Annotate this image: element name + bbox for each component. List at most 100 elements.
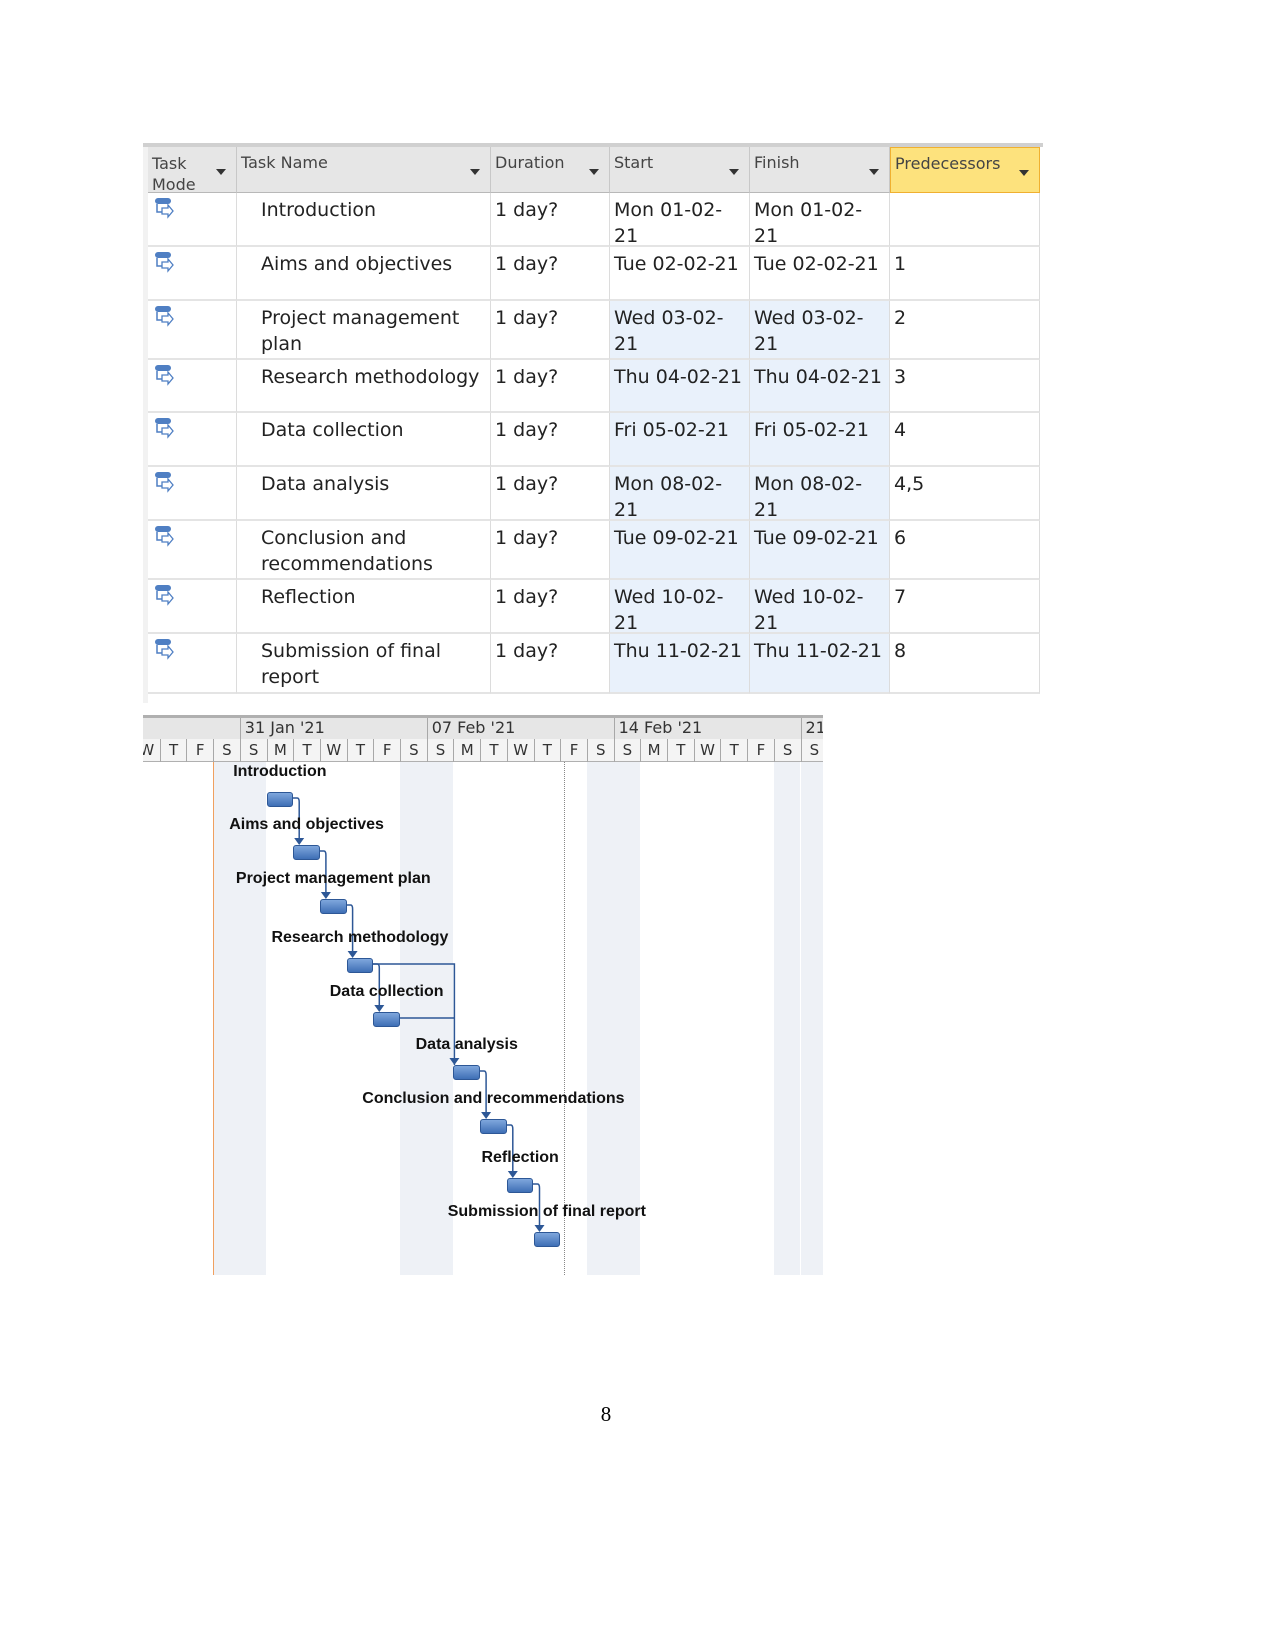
cell-duration: 1 day?: [491, 467, 610, 521]
cell-task-name[interactable]: Reflection: [237, 580, 491, 634]
table-row[interactable]: Data collection 1 day? Fri 05-02-21 Fri 05-…: [143, 413, 1043, 467]
auto-scheduled-task-icon: [154, 525, 174, 547]
cell-task-name[interactable]: Introduction: [237, 193, 491, 247]
gantt-task-label: Submission of final report: [447, 1203, 646, 1220]
gantt-task-bar[interactable]: [453, 1065, 481, 1080]
cell-task-name[interactable]: Project management plan: [237, 301, 491, 360]
left-edge: [143, 147, 148, 703]
cell-task-name[interactable]: Research methodology: [237, 360, 491, 413]
gantt-task-label: Conclusion and recommendations: [362, 1090, 625, 1107]
cell-text: Thu 11-02-21: [614, 640, 742, 662]
cell-text: 1 day?: [495, 527, 559, 549]
cell-text: Project management plan: [261, 307, 460, 355]
cell-duration: 1 day?: [491, 634, 610, 694]
table-row[interactable]: Conclusion and recommendations 1 day? Tue …: [143, 521, 1043, 580]
cell-finish: Wed 10-02-21: [750, 580, 890, 634]
gantt-task-bar[interactable]: [346, 958, 374, 973]
cell-text: Tue 02-02-21: [614, 253, 739, 275]
column-header-task-mode[interactable]: Task Mode: [148, 147, 237, 194]
cell-start: Wed 03-02-21: [610, 301, 750, 360]
cell-predecessors: 1: [890, 247, 1040, 301]
cell-task-name[interactable]: Aims and objectives: [237, 247, 491, 301]
table-row[interactable]: Introduction 1 day? Mon 01-02-21 Mon 01-02-…: [143, 193, 1043, 247]
cell-finish: Thu 11-02-21: [750, 634, 890, 694]
dropdown-arrow-icon[interactable]: [1019, 170, 1029, 176]
cell-text: Wed 10-02-21: [614, 586, 724, 634]
table-row[interactable]: Aims and objectives 1 day? Tue 02-02-21 Tue…: [143, 247, 1043, 301]
cell-start: Tue 02-02-21: [610, 247, 750, 301]
dependency-links: [291, 797, 545, 1232]
cell-task-name[interactable]: Conclusion and recommendations: [237, 521, 491, 580]
cell-task-name[interactable]: Submission of final report: [237, 634, 491, 694]
arrowhead-icon: [449, 1058, 460, 1065]
cell-text: 6: [894, 527, 907, 549]
gantt-task-bar[interactable]: [266, 792, 294, 807]
column-header-duration[interactable]: Duration: [491, 147, 610, 193]
auto-scheduled-task-icon: [154, 417, 174, 439]
cell-duration: 1 day?: [491, 360, 610, 413]
cell-finish: Mon 08-02-21: [750, 467, 890, 521]
cell-predecessors: 6: [890, 521, 1040, 580]
dropdown-arrow-icon[interactable]: [729, 169, 739, 175]
column-header-predecessors[interactable]: Predecessors: [890, 147, 1040, 193]
table-row[interactable]: Project management plan 1 day? Wed 03-02-2…: [143, 301, 1043, 360]
cell-task-name[interactable]: Data collection: [237, 413, 491, 467]
table-row[interactable]: Research methodology 1 day? Thu 04-02-21 Th…: [143, 360, 1043, 413]
cell-text: 1 day?: [495, 419, 559, 441]
cell-text: 1 day?: [495, 473, 559, 495]
cell-text: 2: [894, 307, 907, 329]
arrowhead-icon: [534, 1225, 545, 1232]
table-row[interactable]: Data analysis 1 day? Mon 08-02-21 Mon 08-02…: [143, 467, 1043, 521]
cell-text: Data collection: [261, 419, 404, 441]
table-row[interactable]: Submission of final report 1 day? Thu 11-0…: [143, 634, 1043, 694]
cell-text: Mon 08-02-21: [614, 473, 723, 521]
gantt-task-label: Aims and objectives: [229, 816, 384, 833]
table-row[interactable]: Reflection 1 day? Wed 10-02-21 Wed 10-02-21…: [143, 580, 1043, 634]
cell-task-name[interactable]: Data analysis: [237, 467, 491, 521]
arrowhead-icon: [294, 838, 305, 845]
cell-text: Mon 01-02-21: [754, 199, 863, 247]
gantt-task-label: Introduction: [233, 763, 327, 780]
cell-finish: Tue 02-02-21: [750, 247, 890, 301]
cell-finish: Wed 03-02-21: [750, 301, 890, 360]
gantt-task-bar[interactable]: [373, 1012, 400, 1027]
cell-text: Reflection: [261, 586, 356, 608]
column-header-finish[interactable]: Finish: [750, 147, 890, 193]
gantt-task-label: Data collection: [329, 983, 444, 1000]
column-header-start[interactable]: Start: [610, 147, 750, 193]
cell-text: 4,5: [894, 473, 925, 495]
cell-text: Tue 09-02-21: [754, 527, 879, 549]
arrowhead-icon: [507, 1171, 518, 1178]
auto-scheduled-task-icon: [154, 584, 174, 606]
auto-scheduled-task-icon: [154, 251, 174, 273]
cell-start: Fri 05-02-21: [610, 413, 750, 467]
cell-text: 1 day?: [495, 640, 559, 662]
cell-start: Mon 08-02-21: [610, 467, 750, 521]
cell-start: Thu 11-02-21: [610, 634, 750, 694]
gantt-task-bar[interactable]: [319, 899, 347, 914]
cell-text: Introduction: [261, 199, 377, 221]
cell-text: 1 day?: [495, 586, 559, 608]
cell-text: Wed 03-02-21: [614, 307, 724, 355]
cell-text: Submission of final report: [261, 640, 442, 688]
arrowhead-icon: [320, 892, 331, 899]
gantt-task-bar[interactable]: [506, 1178, 534, 1193]
cell-finish: Mon 01-02-21: [750, 193, 890, 247]
document-page: Task Mode Task Name Duration Start Finish Pre…: [0, 0, 1275, 1650]
gantt-task-bar[interactable]: [480, 1119, 507, 1134]
dropdown-arrow-icon[interactable]: [589, 169, 599, 175]
dropdown-arrow-icon[interactable]: [470, 169, 480, 175]
cell-text: Fri 05-02-21: [614, 419, 729, 441]
cell-text: Conclusion and recommendations: [261, 527, 433, 575]
auto-scheduled-task-icon: [154, 305, 174, 327]
cell-text: 1 day?: [495, 199, 559, 221]
column-header-task-name[interactable]: Task Name: [237, 147, 491, 193]
dropdown-arrow-icon[interactable]: [869, 169, 879, 175]
column-header-label: Task Mode: [152, 154, 196, 194]
dropdown-arrow-icon[interactable]: [216, 169, 226, 175]
cell-task-mode: [148, 193, 237, 247]
gantt-task-bar[interactable]: [533, 1232, 561, 1247]
cell-finish: Fri 05-02-21: [750, 413, 890, 467]
gantt-task-bar[interactable]: [293, 845, 320, 860]
cell-text: 7: [894, 586, 907, 608]
